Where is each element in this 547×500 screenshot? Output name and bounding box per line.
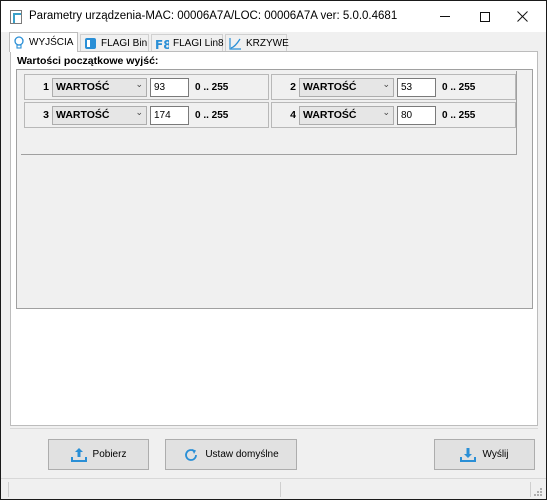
tab-label: FLAGI Lin8 (173, 38, 224, 49)
output-number: 2 (290, 81, 296, 93)
ustaw-domyslne-button[interactable]: Ustaw domyślne (165, 439, 297, 470)
refresh-icon (183, 447, 199, 463)
close-icon (517, 11, 528, 22)
output-range: 0 .. 255 (442, 82, 476, 93)
output-value-input[interactable] (150, 78, 189, 97)
pobierz-label: Pobierz (92, 449, 127, 460)
f8-icon: F8 (155, 37, 169, 51)
parameters-window: Parametry urządzenia-MAC: 00006A7A/LOC: … (0, 0, 547, 500)
output-mode-select[interactable]: WARTOŚĆ ⌄ (299, 106, 394, 125)
status-segment (281, 482, 531, 497)
download-icon (460, 447, 477, 463)
tab-label: KRZYWE (246, 38, 289, 49)
resize-grip-icon[interactable] (533, 487, 543, 497)
close-button[interactable] (504, 1, 541, 32)
ustaw-domyslne-label: Ustaw domyślne (205, 449, 279, 460)
pobierz-button[interactable]: Pobierz (48, 439, 149, 470)
status-segment (1, 482, 9, 497)
wyslij-label: Wyślij (482, 449, 509, 460)
title-bar[interactable]: Parametry urządzenia-MAC: 00006A7A/LOC: … (1, 1, 546, 32)
chevron-down-icon: ⌄ (382, 80, 390, 90)
tab-label: FLAGI Bin (101, 38, 148, 49)
output-mode-select[interactable]: WARTOŚĆ ⌄ (299, 78, 394, 97)
tab-krzywe[interactable]: KRZYWE (225, 34, 289, 52)
output-number: 4 (290, 109, 296, 121)
output-row-4: 4 WARTOŚĆ ⌄ 0 .. 255 (271, 102, 516, 128)
bulb-icon (13, 35, 25, 50)
output-mode-select[interactable]: WARTOŚĆ ⌄ (52, 106, 147, 125)
output-row-1: 1 WARTOŚĆ ⌄ 0 .. 255 (24, 74, 269, 100)
output-row-2: 2 WARTOŚĆ ⌄ 0 .. 255 (271, 74, 516, 100)
section-title: Wartości początkowe wyjść: (17, 55, 159, 67)
output-number: 1 (43, 81, 49, 93)
output-number: 3 (43, 109, 49, 121)
flag-bin-icon (84, 37, 97, 51)
chevron-down-icon: ⌄ (135, 108, 143, 118)
output-mode-value: WARTOŚĆ (56, 109, 110, 121)
status-segment (9, 482, 281, 497)
output-row-3: 3 WARTOŚĆ ⌄ 0 .. 255 (24, 102, 269, 128)
output-range: 0 .. 255 (195, 110, 229, 121)
chevron-down-icon: ⌄ (382, 108, 390, 118)
chevron-down-icon: ⌄ (135, 80, 143, 90)
outputs-panel: 1 WARTOŚĆ ⌄ 0 .. 255 2 WARTOŚĆ ⌄ 0 .. (21, 71, 517, 155)
svg-text:F8: F8 (155, 38, 169, 51)
tab-page-wyjscia: Wartości początkowe wyjść: 1 WARTOŚĆ ⌄ 0… (10, 51, 538, 426)
window-title: Parametry urządzenia-MAC: 00006A7A/LOC: … (29, 10, 398, 22)
output-mode-value: WARTOŚĆ (303, 109, 357, 121)
app-icon (10, 10, 22, 24)
wyslij-button[interactable]: Wyślij (434, 439, 535, 470)
tab-wyjscia[interactable]: WYJŚCIA (9, 32, 78, 52)
tab-strip: WYJŚCIA FLAGI Bin F8 FLAGI Lin8 (9, 32, 539, 52)
curve-icon (229, 37, 242, 51)
minimize-icon (439, 16, 450, 17)
outputs-grid-area: 1 WARTOŚĆ ⌄ 0 .. 255 2 WARTOŚĆ ⌄ 0 .. (16, 69, 533, 309)
button-bar: Pobierz Ustaw domyślne Wyślij (10, 428, 538, 475)
output-mode-select[interactable]: WARTOŚĆ ⌄ (52, 78, 147, 97)
upload-icon (70, 447, 87, 463)
output-value-input[interactable] (397, 78, 436, 97)
status-bar (1, 478, 546, 499)
output-mode-value: WARTOŚĆ (56, 81, 110, 93)
output-value-input[interactable] (397, 106, 436, 125)
output-range: 0 .. 255 (442, 110, 476, 121)
output-mode-value: WARTOŚĆ (303, 81, 357, 93)
tab-flagi-bin[interactable]: FLAGI Bin (80, 34, 149, 52)
minimize-button[interactable] (426, 1, 463, 32)
tab-label: WYJŚCIA (29, 37, 74, 48)
output-range: 0 .. 255 (195, 82, 229, 93)
output-value-input[interactable] (150, 106, 189, 125)
maximize-icon (479, 11, 490, 22)
maximize-button[interactable] (466, 1, 503, 32)
tab-flagi-lin8[interactable]: F8 FLAGI Lin8 (151, 34, 224, 52)
